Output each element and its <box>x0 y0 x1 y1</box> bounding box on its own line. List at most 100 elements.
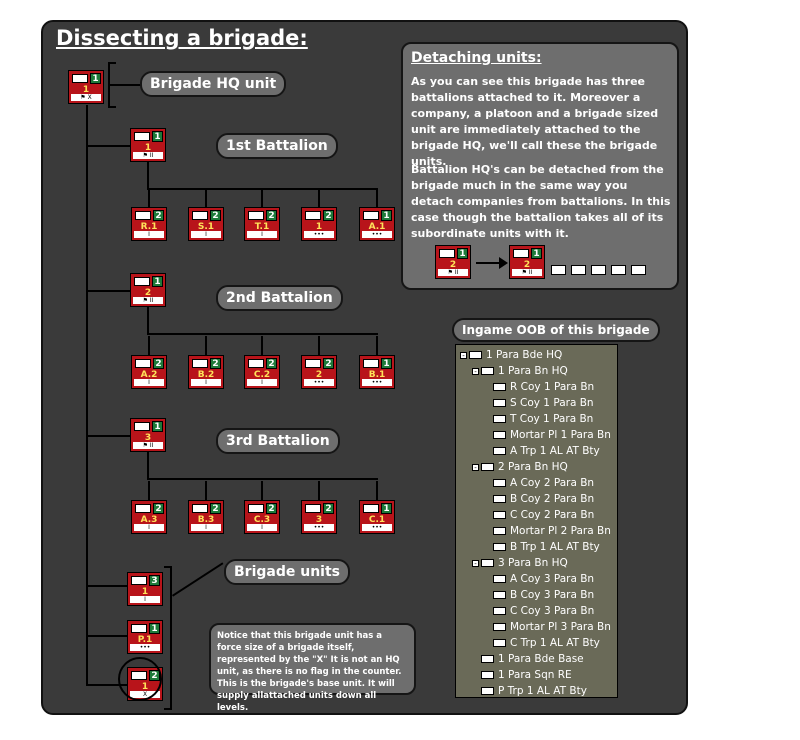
counter-base: I <box>247 524 277 531</box>
detach-paragraph-1: As you can see this brigade has three ba… <box>411 75 659 168</box>
oob-tree-item[interactable]: C Trp 1 AL AT Bty <box>484 635 600 651</box>
counter-base: I <box>191 379 221 386</box>
oob-tree-item[interactable]: 1 Para Bde Base <box>472 651 584 667</box>
oob-item-label: A Trp 1 AL AT Bty <box>510 445 600 457</box>
oob-tree-item[interactable]: Mortar Pl 3 Para Bn <box>484 619 611 635</box>
branch-line-bn1 <box>86 145 130 147</box>
oob-tree-item[interactable]: - 3 Para Bn HQ <box>472 555 568 571</box>
hq-symbol-icon <box>513 249 529 258</box>
oob-tree-item[interactable]: R Coy 1 Para Bn <box>484 379 594 395</box>
hq-symbol-icon <box>134 132 150 141</box>
collapse-toggle-icon[interactable]: - <box>472 559 479 567</box>
oob-item-label: 1 Para Bn HQ <box>498 365 568 377</box>
label-brigade-hq: Brigade HQ unit <box>140 71 287 97</box>
oob-tree-item[interactable]: 1 Para Sqn RE <box>472 667 572 683</box>
collapse-toggle-icon[interactable]: - <box>460 351 467 359</box>
oob-item-label: 3 Para Bn HQ <box>498 557 568 569</box>
attached-unit-icon <box>551 265 566 275</box>
brigade-unit-counter: 31I <box>127 572 163 606</box>
unit-type-icon <box>493 543 506 551</box>
label-bn1: 1st Battalion <box>216 133 338 159</box>
hq-symbol-icon <box>72 74 88 83</box>
oob-tree-item[interactable]: B Coy 2 Para Bn <box>484 491 594 507</box>
unit-type-icon <box>493 431 506 439</box>
unit-symbol-icon <box>248 211 264 220</box>
detach-example-counter-before: 1 2 ⚑ II <box>435 245 471 279</box>
collapse-toggle-icon[interactable]: - <box>472 463 479 471</box>
hq-symbol-icon <box>134 422 150 431</box>
subordinate-counter: 2 B.2 I <box>188 355 224 389</box>
bu-bracket-top <box>164 566 172 568</box>
unit-symbol-icon <box>135 504 151 513</box>
unit-type-icon <box>493 447 506 455</box>
label-bn3: 3rd Battalion <box>216 428 340 454</box>
drop-line <box>148 188 150 207</box>
counter-strength: 2 <box>323 210 334 221</box>
oob-item-label: S Coy 1 Para Bn <box>510 397 594 409</box>
oob-tree-item[interactable]: S Coy 1 Para Bn <box>484 395 594 411</box>
oob-item-label: B Coy 3 Para Bn <box>510 589 595 601</box>
counter-strength: 2 <box>153 358 164 369</box>
counter-base: ••• <box>362 231 392 238</box>
counter-strength: 2 <box>266 358 277 369</box>
counter-strength: 2 <box>153 210 164 221</box>
oob-item-label: Mortar Pl 1 Para Bn <box>510 429 611 441</box>
oob-tree-item[interactable]: - 1 Para Bde HQ <box>460 347 562 363</box>
oob-tree-item[interactable]: A Coy 2 Para Bn <box>484 475 594 491</box>
unit-symbol-icon <box>192 359 208 368</box>
unit-symbol-icon <box>248 504 264 513</box>
brigade-unit-counter: 1 P.1 ••• <box>127 620 163 654</box>
collapse-toggle-icon[interactable]: - <box>472 367 479 375</box>
counter-strength: 2 <box>210 503 221 514</box>
counter-base: I <box>191 524 221 531</box>
subordinate-counter: 2 T.1 I <box>244 207 280 241</box>
counter-base: ⚑ II <box>133 442 163 449</box>
oob-tree-item[interactable]: C Coy 3 Para Bn <box>484 603 594 619</box>
oob-tree-item[interactable]: Mortar Pl 2 Para Bn <box>484 523 611 539</box>
oob-item-label: B Trp 1 AL AT Bty <box>510 541 600 553</box>
oob-tree-item[interactable]: Mortar Pl 1 Para Bn <box>484 427 611 443</box>
subordinate-counter: 2 R.1 I <box>131 207 167 241</box>
oob-item-label: C Trp 1 AL AT Bty <box>510 637 600 649</box>
unit-type-icon <box>481 367 494 375</box>
unit-type-icon <box>493 479 506 487</box>
hq-pointer-line <box>110 84 142 86</box>
counter-strength: 1 <box>381 358 392 369</box>
note-text: Notice that this brigade unit has a forc… <box>217 631 402 713</box>
branch-line-bu2 <box>86 635 130 637</box>
oob-tree-item[interactable]: - 1 Para Bn HQ <box>472 363 568 379</box>
unit-type-icon <box>493 607 506 615</box>
oob-item-label: R Coy 1 Para Bn <box>510 381 595 393</box>
unit-symbol-icon <box>192 211 208 220</box>
arrow-head-icon <box>499 257 508 269</box>
oob-tree-item[interactable]: P Trp 1 AL AT Bty <box>472 683 587 699</box>
detach-paragraph-2: Battalion HQ's can be detached from the … <box>411 163 671 240</box>
unit-symbol-icon <box>135 359 151 368</box>
counter-base: ⚑ II <box>133 297 163 304</box>
oob-tree-item[interactable]: C Coy 2 Para Bn <box>484 507 594 523</box>
subordinate-counter: 2 A.2 I <box>131 355 167 389</box>
oob-tree-item[interactable]: B Coy 3 Para Bn <box>484 587 594 603</box>
counter-base: ⚑ II <box>512 269 542 276</box>
oob-item-label: 2 Para Bn HQ <box>498 461 568 473</box>
counter-strength: 2 <box>266 210 277 221</box>
oob-tree: -1 Para Bde HQ -1 Para Bn HQ R Coy 1 Para … <box>455 344 618 698</box>
oob-tree-item[interactable]: T Coy 1 Para Bn <box>484 411 593 427</box>
oob-title: Ingame OOB of this brigade <box>452 318 660 342</box>
oob-tree-item[interactable]: A Coy 3 Para Bn <box>484 571 594 587</box>
subordinate-counter: 2 A.3 I <box>131 500 167 534</box>
unit-symbol-icon <box>192 504 208 513</box>
hq-bracket-bottom <box>108 106 116 108</box>
unit-type-icon <box>493 511 506 519</box>
branch-line-bu1 <box>86 585 130 587</box>
oob-tree-item[interactable]: B Trp 1 AL AT Bty <box>484 539 600 555</box>
page-title: Dissecting a brigade: <box>56 26 308 50</box>
subordinate-counter: 2 1 ••• <box>301 207 337 241</box>
branch-line-bn3 <box>86 435 130 437</box>
bn2-hq-counter: 1 2 ⚑ II <box>130 273 166 307</box>
oob-tree-item[interactable]: - 2 Para Bn HQ <box>472 459 568 475</box>
oob-item-label: C Coy 2 Para Bn <box>510 509 595 521</box>
bu-bracket-bottom <box>164 708 172 710</box>
label-brigade-units: Brigade units <box>224 559 350 585</box>
oob-tree-item[interactable]: A Trp 1 AL AT Bty <box>484 443 600 459</box>
